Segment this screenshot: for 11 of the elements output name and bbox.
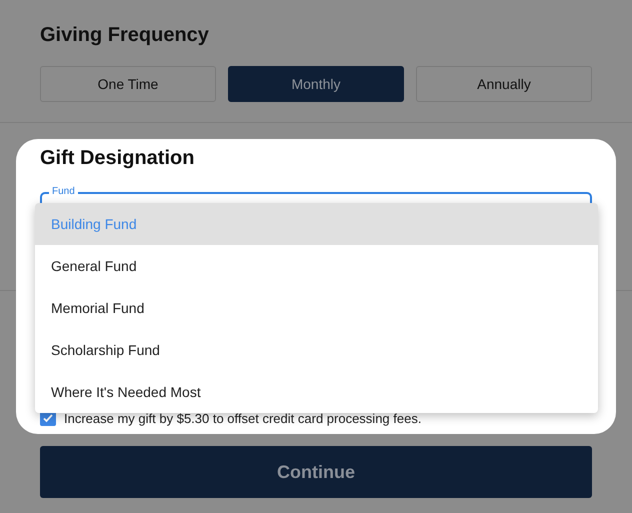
- section-title: Gift Designation: [40, 147, 196, 170]
- section-title: Giving Frequency: [40, 24, 210, 47]
- frequency-option[interactable]: Annually: [416, 66, 592, 102]
- checkbox-label: Increase my gift by $5.30 to offset credit card processing fees.: [64, 410, 422, 426]
- frequency-option[interactable]: Monthly: [228, 66, 404, 102]
- menu-item[interactable]: Scholarship Fund: [35, 329, 598, 371]
- frequency-option[interactable]: One Time: [40, 66, 216, 102]
- continue-button[interactable]: Continue: [40, 446, 592, 498]
- menu-item[interactable]: Where It's Needed Most: [35, 371, 598, 413]
- menu-item[interactable]: Memorial Fund: [35, 287, 598, 329]
- menu-item[interactable]: General Fund: [35, 245, 598, 287]
